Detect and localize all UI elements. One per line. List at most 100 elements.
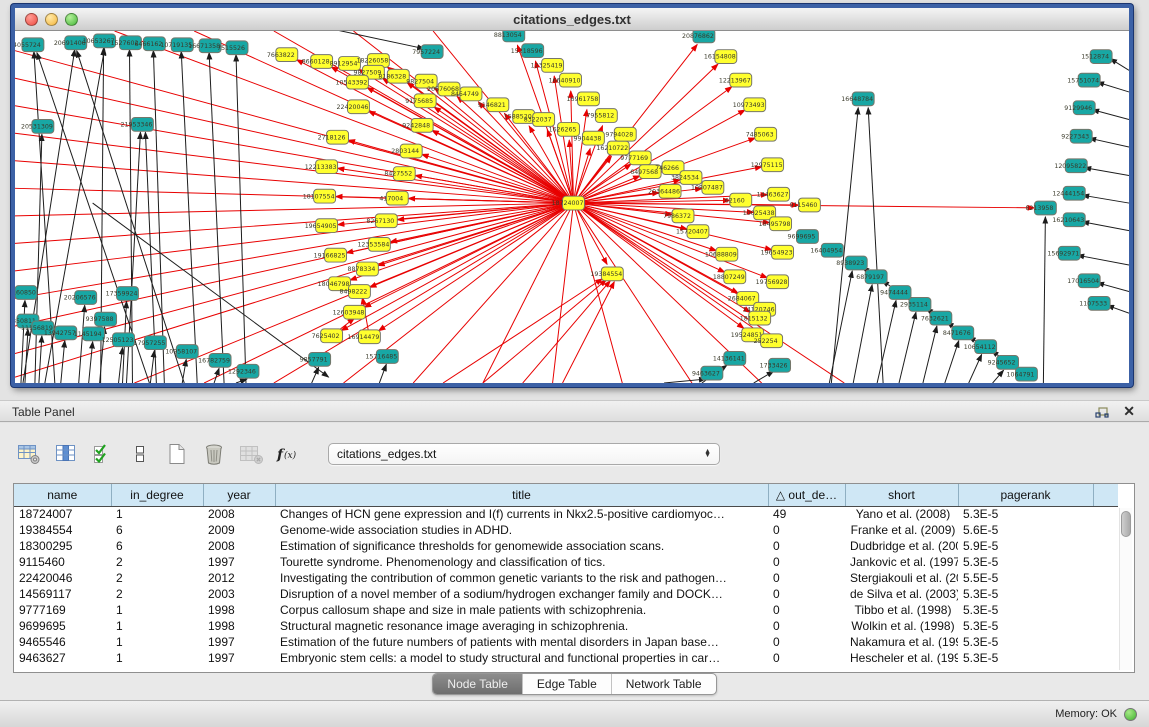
graph-node[interactable]: 15751074 xyxy=(1067,73,1100,87)
table-cell[interactable]: Dudbridge et al. (2008) xyxy=(845,538,958,554)
table-cell[interactable]: Embryonic stem cells: a model to study s… xyxy=(275,650,768,666)
table-cell[interactable]: 2 xyxy=(111,570,203,586)
table-cell[interactable]: 5.6E-5 xyxy=(958,522,1093,538)
table-cell[interactable]: Stergiakouli et al. (2012) xyxy=(845,570,958,586)
graph-node[interactable]: 9794028 xyxy=(605,127,636,141)
graph-node[interactable]: 8938923 xyxy=(836,256,867,270)
table-cell[interactable]: 9463627 xyxy=(14,650,111,666)
table-scrollbar[interactable] xyxy=(1119,508,1132,670)
table-cell[interactable]: 1 xyxy=(111,618,203,634)
graph-node[interactable]: 9129946 xyxy=(1064,101,1095,115)
network-canvas[interactable]: 4055724206914061065326715276026466162107… xyxy=(15,31,1129,383)
table-cell[interactable]: 1 xyxy=(111,602,203,618)
graph-node[interactable]: 16154808 xyxy=(704,50,737,64)
table-cell[interactable]: 5.3E-5 xyxy=(958,602,1093,618)
graph-node[interactable]: 7955812 xyxy=(586,109,617,123)
graph-node[interactable]: 17957255 xyxy=(133,336,166,350)
graph-node[interactable]: 1292346 xyxy=(228,364,259,378)
graph-node[interactable]: 10973493 xyxy=(733,98,766,112)
table-row[interactable]: 977716911998Corpus callosum shape and si… xyxy=(14,602,1118,618)
table-cell[interactable]: de Silva et al. (2003) xyxy=(845,586,958,602)
table-cell[interactable]: 1 xyxy=(111,634,203,650)
graph-node[interactable]: 10543392 xyxy=(336,75,369,89)
table-cell[interactable]: 1 xyxy=(111,506,203,522)
graph-node[interactable]: 6879197 xyxy=(856,270,887,284)
graph-node[interactable]: 16782759 xyxy=(198,354,231,368)
table-cell[interactable]: 5.3E-5 xyxy=(958,634,1093,650)
graph-node[interactable]: 12095822 xyxy=(1054,159,1087,173)
table-row[interactable]: 1456911722003Disruption of a novel membe… xyxy=(14,586,1118,602)
table-cell[interactable]: 9465546 xyxy=(14,634,111,650)
table-cell[interactable]: Investigating the contribution of common… xyxy=(275,570,768,586)
table-row[interactable]: 2242004622012Investigating the contribut… xyxy=(14,570,1118,586)
table-cell[interactable]: Structural magnetic resonance image aver… xyxy=(275,618,768,634)
table-cell[interactable]: 9699695 xyxy=(14,618,111,634)
delete-column-button[interactable] xyxy=(201,442,227,466)
graph-node[interactable]: 10688809 xyxy=(705,247,738,261)
graph-node[interactable]: 9115460 xyxy=(790,198,821,212)
table-row[interactable]: 1872400712008Changes of HCN gene express… xyxy=(14,506,1118,522)
table-settings-button[interactable] xyxy=(16,442,42,466)
table-cell[interactable]: 2012 xyxy=(203,570,275,586)
table-scrollbar-thumb[interactable] xyxy=(1121,511,1131,537)
graph-node[interactable]: 7485063 xyxy=(746,127,777,141)
table-cell[interactable]: 0 xyxy=(768,634,845,650)
graph-node[interactable]: 8878334 xyxy=(348,262,379,276)
graph-node[interactable]: 9227343 xyxy=(1061,129,1092,143)
graph-node[interactable]: 9146821 xyxy=(478,98,509,112)
table-cell[interactable]: 5.3E-5 xyxy=(958,650,1093,666)
table-cell[interactable]: 6 xyxy=(111,538,203,554)
graph-node[interactable]: 20206576 xyxy=(64,291,97,305)
graph-node[interactable]: 7663822 xyxy=(267,48,298,62)
table-cell[interactable]: Corpus callosum shape and size in male p… xyxy=(275,602,768,618)
graph-node[interactable]: 16404954 xyxy=(810,243,843,257)
graph-node[interactable]: 12213967 xyxy=(719,73,752,87)
table-cell[interactable]: 0 xyxy=(768,554,845,570)
graph-node[interactable]: 12444154 xyxy=(1052,186,1085,200)
column-header[interactable]: short xyxy=(845,484,958,506)
graph-node[interactable]: 16648784 xyxy=(841,92,874,106)
table-cell[interactable]: Disruption of a novel member of a sodium… xyxy=(275,586,768,602)
column-header[interactable]: pagerank xyxy=(958,484,1093,506)
table-cell[interactable]: 22420046 xyxy=(14,570,111,586)
graph-node[interactable]: 19756928 xyxy=(756,275,789,289)
graph-node[interactable]: 16640910 xyxy=(549,73,582,87)
table-cell[interactable]: Changes of HCN gene expression and I(f) … xyxy=(275,506,768,522)
table-cell[interactable]: Franke et al. (2009) xyxy=(845,522,958,538)
table-row[interactable]: 946362711997Embryonic stem cells: a mode… xyxy=(14,650,1118,666)
graph-node[interactable]: 8213958 xyxy=(1025,201,1056,215)
tab-node-table[interactable]: Node Table xyxy=(433,674,522,694)
graph-node[interactable]: 10654112 xyxy=(964,340,997,354)
graph-node[interactable]: 15716485 xyxy=(365,350,398,364)
table-cell[interactable]: 18724007 xyxy=(14,506,111,522)
table-cell[interactable]: 14569117 xyxy=(14,586,111,602)
table-cell[interactable]: Genome-wide association studies in ADHD. xyxy=(275,522,768,538)
table-cell[interactable]: 1998 xyxy=(203,618,275,634)
table-cell[interactable]: 2 xyxy=(111,586,203,602)
graph-node[interactable]: 18107554 xyxy=(303,189,336,203)
close-panel-icon[interactable]: ✕ xyxy=(1123,403,1135,420)
graph-node[interactable]: 15692971 xyxy=(1047,246,1080,260)
graph-node[interactable]: 15720407 xyxy=(676,225,709,239)
graph-node[interactable]: 17359924 xyxy=(106,287,139,301)
table-cell[interactable]: 5.9E-5 xyxy=(958,538,1093,554)
table-cell[interactable]: 0 xyxy=(768,570,845,586)
selection-mode-button[interactable] xyxy=(90,442,116,466)
table-cell[interactable]: 0 xyxy=(768,522,845,538)
table-cell[interactable]: Tibbo et al. (1998) xyxy=(845,602,958,618)
create-column-button[interactable] xyxy=(164,442,190,466)
graph-node[interactable]: 8813054 xyxy=(494,31,525,42)
table-cell[interactable]: 1997 xyxy=(203,634,275,650)
table-cell[interactable]: 49 xyxy=(768,506,845,522)
graph-node[interactable]: 7625402 xyxy=(312,329,343,343)
graph-node[interactable]: 22420046 xyxy=(337,100,370,114)
graph-node[interactable]: 19166825 xyxy=(314,248,347,262)
table-row[interactable]: 946554611997Estimation of the future num… xyxy=(14,634,1118,650)
graph-node[interactable]: 20364486 xyxy=(648,184,681,198)
graph-node[interactable]: 9474444 xyxy=(880,286,911,300)
graph-node[interactable]: 16914479 xyxy=(348,330,381,344)
graph-node[interactable]: 16210643 xyxy=(1052,213,1085,227)
table-cell[interactable]: 1998 xyxy=(203,602,275,618)
graph-node[interactable]: 17016504 xyxy=(1067,274,1100,288)
graph-node[interactable]: 9242848 xyxy=(402,119,433,133)
